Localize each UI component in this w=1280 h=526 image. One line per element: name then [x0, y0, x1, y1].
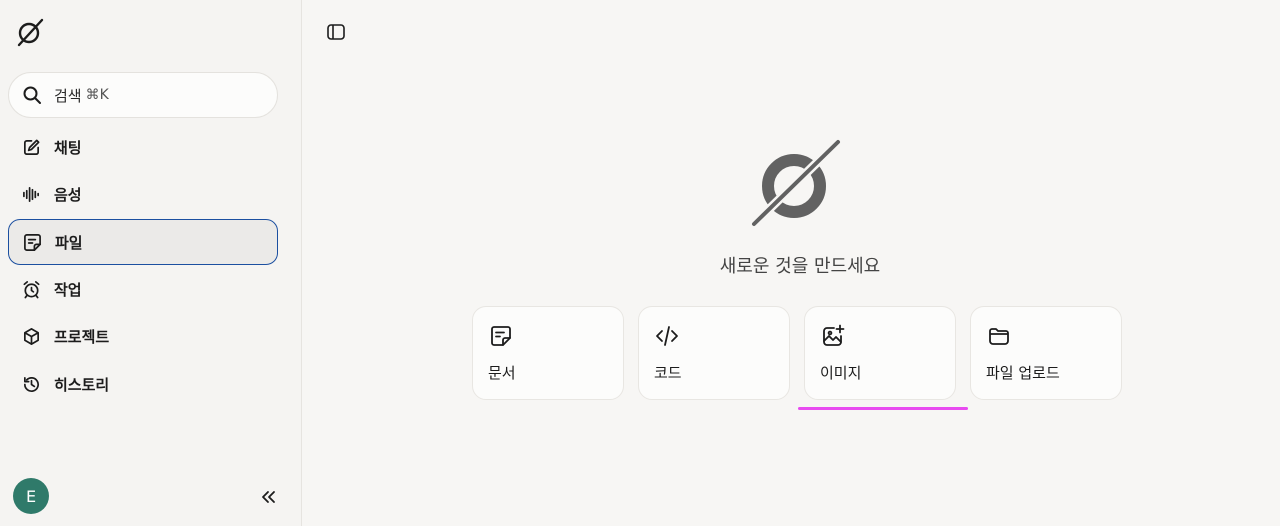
sidebar-item-files[interactable]: 파일	[8, 219, 278, 265]
sidebar-item-label: 히스토리	[54, 375, 110, 394]
search-icon	[23, 86, 41, 104]
sidebar-item-history[interactable]: 히스토리	[8, 361, 278, 407]
sidebar-toggle-icon[interactable]	[326, 22, 346, 42]
sidebar-item-label: 작업	[54, 280, 82, 299]
card-label: 이미지	[820, 364, 862, 382]
edit-icon	[23, 139, 40, 155]
sidebar: 검색 ⌘K 채팅 음성 파일 작업 프로젝트 히스토리 E	[0, 0, 302, 526]
app-logo-icon	[749, 138, 843, 228]
sidebar-item-voice[interactable]: 음성	[8, 171, 278, 217]
collapse-sidebar-icon[interactable]	[258, 487, 278, 507]
search-shortcut: ⌘K	[85, 87, 109, 103]
alarm-clock-icon	[23, 280, 40, 298]
create-code-card[interactable]: 코드	[638, 306, 790, 400]
sidebar-item-label: 파일	[55, 233, 83, 252]
file-icon	[24, 233, 41, 251]
image-plus-icon	[823, 324, 845, 346]
code-icon	[656, 326, 678, 346]
search-label: 검색	[54, 86, 82, 105]
waveform-icon	[23, 186, 40, 202]
sidebar-item-label: 음성	[54, 185, 82, 204]
card-label: 파일 업로드	[986, 364, 1060, 382]
history-icon	[23, 376, 39, 392]
highlight-underline	[798, 407, 968, 410]
page-title: 새로운 것을 만드세요	[719, 256, 881, 277]
create-document-card[interactable]: 문서	[472, 306, 624, 400]
app-logo-icon[interactable]	[14, 16, 46, 48]
document-icon	[491, 326, 511, 346]
sidebar-item-chat[interactable]: 채팅	[8, 124, 278, 170]
card-label: 코드	[654, 364, 682, 382]
sidebar-item-label: 채팅	[54, 138, 82, 157]
card-label: 문서	[488, 364, 516, 382]
create-image-card[interactable]: 이미지	[804, 306, 956, 400]
sidebar-item-label: 프로젝트	[54, 327, 110, 346]
sidebar-item-tasks[interactable]: 작업	[8, 266, 278, 312]
avatar[interactable]: E	[13, 478, 49, 514]
cube-icon	[23, 327, 40, 345]
upload-file-card[interactable]: 파일 업로드	[970, 306, 1122, 400]
sidebar-item-projects[interactable]: 프로젝트	[8, 313, 278, 359]
search-bar[interactable]: 검색 ⌘K	[8, 72, 278, 118]
folder-icon	[989, 328, 1009, 345]
